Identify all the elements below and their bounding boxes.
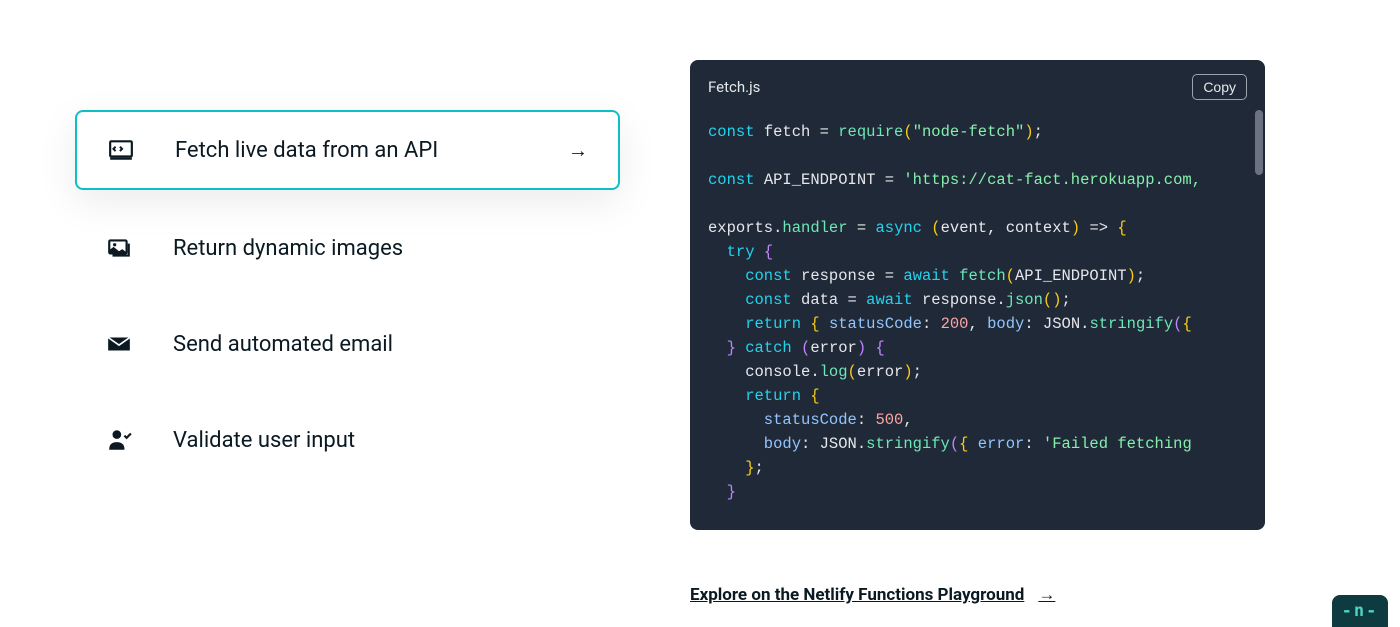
code-block: Fetch.js Copy const fetch = require("nod…	[690, 60, 1265, 530]
option-label: Fetch live data from an API	[175, 138, 558, 163]
option-automated-email[interactable]: Send automated email	[75, 306, 620, 382]
explore-link-label: Explore on the Netlify Functions Playgro…	[690, 585, 1024, 605]
option-validate-input[interactable]: Validate user input	[75, 402, 620, 478]
option-label: Validate user input	[173, 428, 590, 453]
scrollbar-thumb[interactable]	[1255, 110, 1263, 175]
explore-playground-link[interactable]: Explore on the Netlify Functions Playgro…	[690, 585, 1055, 605]
netlify-badge[interactable]: -n-	[1332, 595, 1388, 627]
copy-button[interactable]: Copy	[1192, 74, 1247, 100]
user-check-icon	[105, 426, 133, 454]
options-list: Fetch live data from an API → Return dyn…	[0, 60, 620, 605]
code-terminal-icon	[107, 136, 135, 164]
arrow-right-icon: →	[1038, 585, 1055, 605]
images-icon	[105, 234, 133, 262]
code-panel: Fetch.js Copy const fetch = require("nod…	[690, 60, 1265, 605]
arrow-right-icon: →	[568, 138, 588, 163]
code-filename: Fetch.js	[708, 78, 760, 96]
option-label: Send automated email	[173, 332, 590, 357]
code-content[interactable]: const fetch = require("node-fetch"); con…	[690, 108, 1265, 528]
option-label: Return dynamic images	[173, 236, 590, 261]
option-fetch-api[interactable]: Fetch live data from an API →	[75, 110, 620, 190]
envelope-icon	[105, 330, 133, 358]
option-dynamic-images[interactable]: Return dynamic images	[75, 210, 620, 286]
